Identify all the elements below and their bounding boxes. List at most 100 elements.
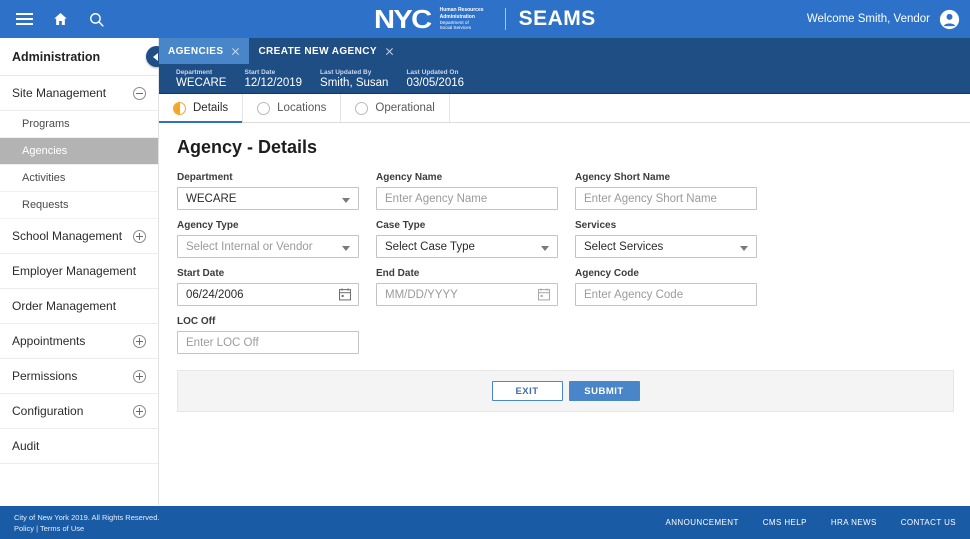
- sidebar-item-label: Activities: [22, 172, 66, 184]
- info-label: Last Updated By: [320, 68, 372, 76]
- tab-create-new-agency[interactable]: CREATE NEW AGENCY: [249, 38, 403, 64]
- case-type-select[interactable]: Select Case Type: [376, 235, 558, 258]
- plus-circle-icon[interactable]: [133, 369, 146, 383]
- header-right-user: Welcome Smith, Vendor: [807, 0, 960, 38]
- field-loc-off: LOC Off Enter LOC Off: [177, 316, 359, 354]
- field-department: Department WECARE: [177, 172, 359, 210]
- hra-line-3: Department of: [439, 20, 469, 25]
- submit-button[interactable]: SUBMIT: [568, 381, 640, 401]
- footer-link-cms-help[interactable]: CMS HELP: [763, 518, 807, 527]
- minus-circle-icon[interactable]: [133, 86, 146, 100]
- step-locations[interactable]: Locations: [243, 94, 342, 122]
- loc-off-input[interactable]: Enter LOC Off: [177, 331, 359, 354]
- step-details[interactable]: Details: [159, 94, 244, 123]
- sidebar-title-row: Administration: [0, 38, 167, 76]
- close-icon[interactable]: [231, 47, 240, 56]
- agency-name-input[interactable]: Enter Agency Name: [376, 187, 558, 210]
- home-glyph: [53, 13, 67, 25]
- plus-circle-icon[interactable]: [133, 334, 146, 348]
- services-select[interactable]: Select Services: [575, 235, 757, 258]
- plus-circle-icon[interactable]: [133, 229, 146, 243]
- step-label: Operational: [375, 102, 435, 114]
- sidebar-item-label: Requests: [22, 199, 69, 211]
- step-label: Locations: [277, 102, 327, 114]
- search-icon[interactable]: [78, 1, 114, 37]
- hamburger-menu-icon[interactable]: [6, 1, 42, 37]
- sidebar-item-employer-management[interactable]: Employer Management: [0, 254, 158, 289]
- sidebar-item-audit[interactable]: Audit: [0, 429, 158, 464]
- footer-link-hra-news[interactable]: HRA NEWS: [831, 518, 877, 527]
- field-label: Services: [575, 220, 617, 231]
- info-last-updated-on: Last Updated On 03/05/2016: [406, 68, 482, 90]
- top-header-bar: NYC Human Resources Administration Depar…: [0, 0, 970, 38]
- field-label: Agency Code: [575, 268, 639, 279]
- chevron-down-icon: [740, 246, 748, 251]
- user-avatar-icon[interactable]: [939, 9, 960, 30]
- calendar-icon[interactable]: [339, 288, 351, 301]
- record-info-bar: Department WECARE Start Date 12/12/2019 …: [159, 64, 970, 94]
- exit-button[interactable]: EXIT: [491, 381, 563, 401]
- chevron-down-icon: [541, 246, 549, 251]
- footer-copyright: City of New York 2019. All Rights Reserv…: [14, 512, 160, 522]
- sidebar-item-appointments[interactable]: Appointments: [0, 324, 158, 359]
- end-date-placeholder: MM/DD/YYYY: [385, 288, 458, 301]
- sidebar-item-label: Site Management: [12, 86, 107, 100]
- plus-circle-icon[interactable]: [133, 404, 146, 418]
- start-date-value: 06/24/2006: [186, 288, 244, 301]
- footer-policy-link[interactable]: Policy: [14, 524, 34, 533]
- sidebar-item-permissions[interactable]: Permissions: [0, 359, 158, 394]
- tab-agencies[interactable]: AGENCIES: [159, 38, 250, 64]
- sidebar-item-requests[interactable]: Requests: [0, 192, 158, 219]
- field-label: Agency Name: [376, 172, 443, 183]
- start-date-input[interactable]: 06/24/2006: [177, 283, 359, 306]
- sidebar-item-label: Audit: [12, 439, 40, 453]
- tab-label: CREATE NEW AGENCY: [258, 45, 377, 57]
- header-left-icons: [0, 1, 114, 37]
- agency-code-input[interactable]: Enter Agency Code: [575, 283, 757, 306]
- tab-label: AGENCIES: [168, 45, 224, 57]
- chevron-left-icon: [153, 52, 158, 61]
- sidebar-item-label: Appointments: [12, 334, 86, 348]
- welcome-text: Welcome Smith, Vendor: [806, 13, 930, 25]
- footer-terms-link[interactable]: Terms of Use: [40, 524, 84, 533]
- end-date-input[interactable]: MM/DD/YYYY: [376, 283, 558, 306]
- info-label: Last Updated On: [406, 68, 459, 76]
- case-type-value: Select Case Type: [385, 240, 475, 253]
- workspace-tab-bar: AGENCIES CREATE NEW AGENCY: [159, 38, 970, 64]
- info-last-updated-by: Last Updated By Smith, Susan: [320, 68, 406, 90]
- footer-link-announcement[interactable]: ANNOUNCEMENT: [666, 518, 739, 527]
- sidebar-item-activities[interactable]: Activities: [0, 165, 158, 192]
- footer-link-contact-us[interactable]: CONTACT US: [901, 518, 956, 527]
- half-filled-circle-icon: [173, 101, 186, 115]
- form-row-3: Start Date 06/24/2006 End Date MM/DD/YYY…: [177, 268, 954, 306]
- step-operational[interactable]: Operational: [341, 94, 450, 122]
- sidebar-item-programs[interactable]: Programs: [0, 111, 158, 138]
- sidebar-item-configuration[interactable]: Configuration: [0, 394, 158, 429]
- sidebar-item-order-management[interactable]: Order Management: [0, 289, 158, 324]
- form-row-1: Department WECARE Agency Name Enter Agen…: [177, 172, 954, 210]
- sidebar-item-site-management[interactable]: Site Management: [0, 76, 158, 111]
- field-services: Services Select Services: [575, 220, 757, 258]
- agency-type-select[interactable]: Select Internal or Vendor: [177, 235, 359, 258]
- department-value: WECARE: [186, 192, 237, 205]
- agency-short-name-input[interactable]: Enter Agency Short Name: [575, 187, 757, 210]
- sidebar: Administration Site Management Programs …: [0, 38, 167, 505]
- info-value: WECARE: [176, 76, 227, 89]
- field-label: Agency Type: [177, 220, 239, 231]
- field-label: Case Type: [376, 220, 426, 231]
- info-value: 12/12/2019: [244, 76, 303, 89]
- chevron-down-icon: [342, 198, 350, 203]
- close-icon[interactable]: [385, 47, 394, 56]
- info-label: Department: [176, 68, 213, 76]
- agency-type-placeholder: Select Internal or Vendor: [186, 240, 313, 253]
- field-end-date: End Date MM/DD/YYYY: [376, 268, 558, 306]
- calendar-icon[interactable]: [538, 288, 550, 301]
- sidebar-item-agencies[interactable]: Agencies: [0, 138, 158, 165]
- agency-name-placeholder: Enter Agency Name: [385, 192, 488, 205]
- page-title: Agency - Details: [177, 137, 318, 157]
- sidebar-item-school-management[interactable]: School Management: [0, 219, 158, 254]
- field-case-type: Case Type Select Case Type: [376, 220, 558, 258]
- info-start-date: Start Date 12/12/2019: [244, 68, 320, 90]
- department-select[interactable]: WECARE: [177, 187, 359, 210]
- home-icon[interactable]: [42, 1, 78, 37]
